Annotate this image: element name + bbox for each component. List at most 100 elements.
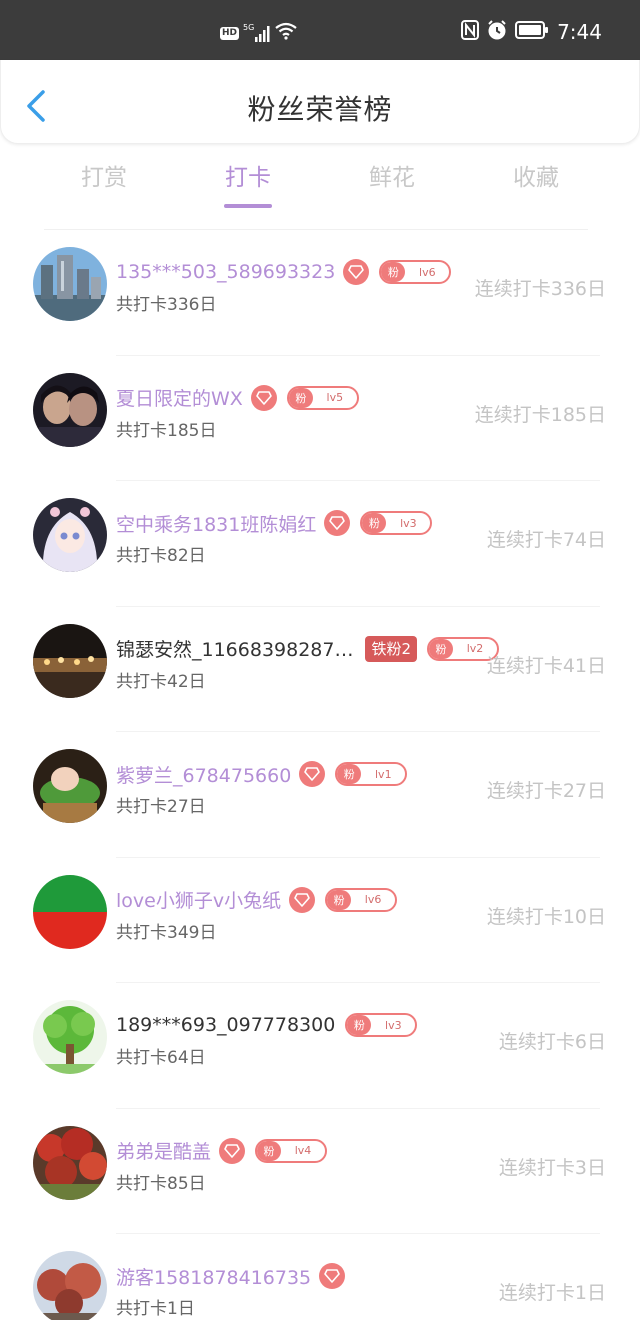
name-line: 锦瑟安然_11668398287… 铁粉2 粉 lv2 <box>116 634 500 664</box>
fan-level-badge: 粉 lv4 <box>255 1138 328 1163</box>
avatar <box>33 749 107 823</box>
username: 弟弟是酷盖 <box>116 1141 212 1163</box>
fan-badge-label: 粉 <box>288 387 313 408</box>
name-line: 135***503_589693323 粉 lv6 <box>116 257 452 287</box>
fan-level: lv1 <box>375 767 392 781</box>
username: 游客1581878416735 <box>116 1266 312 1289</box>
active-tab-indicator <box>224 204 272 208</box>
fan-level: lv3 <box>400 516 417 530</box>
avatar <box>33 623 107 698</box>
username: 空中乘务1831班陈娟红 <box>116 513 317 536</box>
streak-days: 连续打卡74日 <box>486 529 606 551</box>
streak-days: 连续打卡27日 <box>486 780 606 802</box>
name-line: 夏日限定的WX 粉 lv5 <box>116 383 359 413</box>
fan-badge-label: 粉 <box>337 764 362 784</box>
diamond-icon <box>219 1137 246 1164</box>
fan-badge-label: 粉 <box>429 638 454 659</box>
system-indicators: 7:44 <box>461 20 602 44</box>
iron-fan-badge: 铁粉2 <box>365 635 418 662</box>
list-item[interactable]: 紫萝兰_678475660 粉 lv1 共打卡27日 连续打卡27日 <box>0 732 640 858</box>
diamond-icon <box>289 886 316 913</box>
fan-badge-label: 粉 <box>327 889 352 910</box>
streak-days: 连续打卡41日 <box>486 654 606 677</box>
fan-badge-label: 粉 <box>362 513 387 533</box>
diamond-icon <box>324 510 351 536</box>
streak-days: 连续打卡3日 <box>498 1156 606 1179</box>
diamond-icon <box>299 761 326 787</box>
page-title: 粉丝荣誉榜 <box>247 93 393 126</box>
username: 夏日限定的WX <box>116 388 243 410</box>
fan-badge-label: 粉 <box>347 1015 372 1035</box>
streak-days: 连续打卡336日 <box>474 278 606 300</box>
hd-badge: HD <box>220 26 240 40</box>
battery-icon <box>515 21 549 43</box>
diamond-icon <box>250 384 277 411</box>
username: love小狮子v小兔纸 <box>116 890 282 912</box>
diamond-icon <box>343 259 370 285</box>
fan-level-badge: 粉 lv6 <box>325 887 398 912</box>
streak-days: 连续打卡6日 <box>498 1031 606 1053</box>
tab-flowers[interactable]: 鲜花 <box>320 158 464 206</box>
fan-level-badge: 粉 lv5 <box>286 385 359 410</box>
tab-favorites[interactable]: 收藏 <box>464 158 608 206</box>
list-item[interactable]: 锦瑟安然_11668398287… 铁粉2 粉 lv2 共打卡42日 连续打卡41… <box>0 607 640 732</box>
total-checkins: 共打卡64日 <box>116 1048 206 1068</box>
tab-tip[interactable]: 打赏 <box>32 158 176 206</box>
fan-level: lv4 <box>294 1144 312 1157</box>
total-checkins: 共打卡27日 <box>116 797 206 817</box>
streak-days: 连续打卡1日 <box>498 1282 606 1304</box>
list-item[interactable]: 135***503_589693323 粉 lv6 共打卡336日 连续打卡336… <box>0 230 640 356</box>
total-checkins: 共打卡42日 <box>116 671 206 692</box>
tab-checkin[interactable]: 打卡 <box>176 158 320 206</box>
list-item[interactable]: 空中乘务1831班陈娟红 粉 lv3 共打卡82日 连续打卡74日 <box>0 481 640 607</box>
name-line: 紫萝兰_678475660 粉 lv1 <box>116 759 408 789</box>
fan-level-badge: 粉 lv6 <box>379 260 452 284</box>
list-item[interactable]: 游客1581878416735 共打卡1日 连续打卡1日 <box>0 1234 640 1320</box>
total-checkins: 共打卡85日 <box>116 1173 206 1194</box>
username: 189***693_097778300 <box>116 1014 336 1036</box>
username: 紫萝兰_678475660 <box>116 764 292 787</box>
fan-level-badge: 粉 lv1 <box>335 762 408 786</box>
total-checkins: 共打卡336日 <box>116 295 217 315</box>
avatar <box>33 1000 107 1074</box>
list-item[interactable]: 189***693_097778300 粉 lv3 共打卡64日 连续打卡6日 <box>0 983 640 1109</box>
avatar <box>33 1125 107 1200</box>
name-line: 空中乘务1831班陈娟红 粉 lv3 <box>116 508 433 538</box>
name-line: 弟弟是酷盖 粉 lv4 <box>116 1136 328 1166</box>
avatar <box>33 247 107 321</box>
network-type: 5G <box>243 23 255 32</box>
network-indicators: HD 5G <box>220 22 297 44</box>
list-item[interactable]: love小狮子v小兔纸 粉 lv6 共打卡349日 连续打卡10日 <box>0 858 640 983</box>
fan-level-badge: 粉 lv3 <box>360 511 433 535</box>
wifi-icon <box>275 22 297 44</box>
streak-days: 连续打卡185日 <box>474 403 606 426</box>
fan-level: lv5 <box>326 391 344 404</box>
clock: 7:44 <box>557 20 602 44</box>
avatar <box>33 498 107 572</box>
fan-badge-label: 粉 <box>257 1140 282 1161</box>
fan-ranking-list: 135***503_589693323 粉 lv6 共打卡336日 连续打卡336… <box>0 230 640 1320</box>
avatar <box>33 1251 107 1320</box>
tab-bar: 打赏 打卡 鲜花 收藏 <box>32 158 608 214</box>
nfc-icon <box>461 20 480 44</box>
total-checkins: 共打卡82日 <box>116 546 206 566</box>
total-checkins: 共打卡349日 <box>116 922 217 943</box>
fan-level: lv3 <box>385 1018 402 1032</box>
total-checkins: 共打卡1日 <box>116 1299 195 1319</box>
streak-days: 连续打卡10日 <box>486 905 606 928</box>
list-item[interactable]: 夏日限定的WX 粉 lv5 共打卡185日 连续打卡185日 <box>0 356 640 481</box>
fan-level-badge: 粉 lv3 <box>345 1013 418 1037</box>
fan-badge-label: 粉 <box>381 262 406 282</box>
diamond-icon <box>319 1263 346 1289</box>
avatar <box>33 372 107 447</box>
username: 锦瑟安然_11668398287… <box>116 639 354 661</box>
fan-level: lv6 <box>364 893 382 906</box>
status-bar: HD 5G 7:44 <box>0 0 640 60</box>
name-line: 游客1581878416735 <box>116 1261 346 1291</box>
name-line: 189***693_097778300 粉 lv3 <box>116 1010 418 1040</box>
fan-level: lv6 <box>419 265 436 279</box>
username: 135***503_589693323 <box>116 261 336 283</box>
total-checkins: 共打卡185日 <box>116 420 217 441</box>
alarm-icon <box>487 20 507 44</box>
list-item[interactable]: 弟弟是酷盖 粉 lv4 共打卡85日 连续打卡3日 <box>0 1109 640 1234</box>
